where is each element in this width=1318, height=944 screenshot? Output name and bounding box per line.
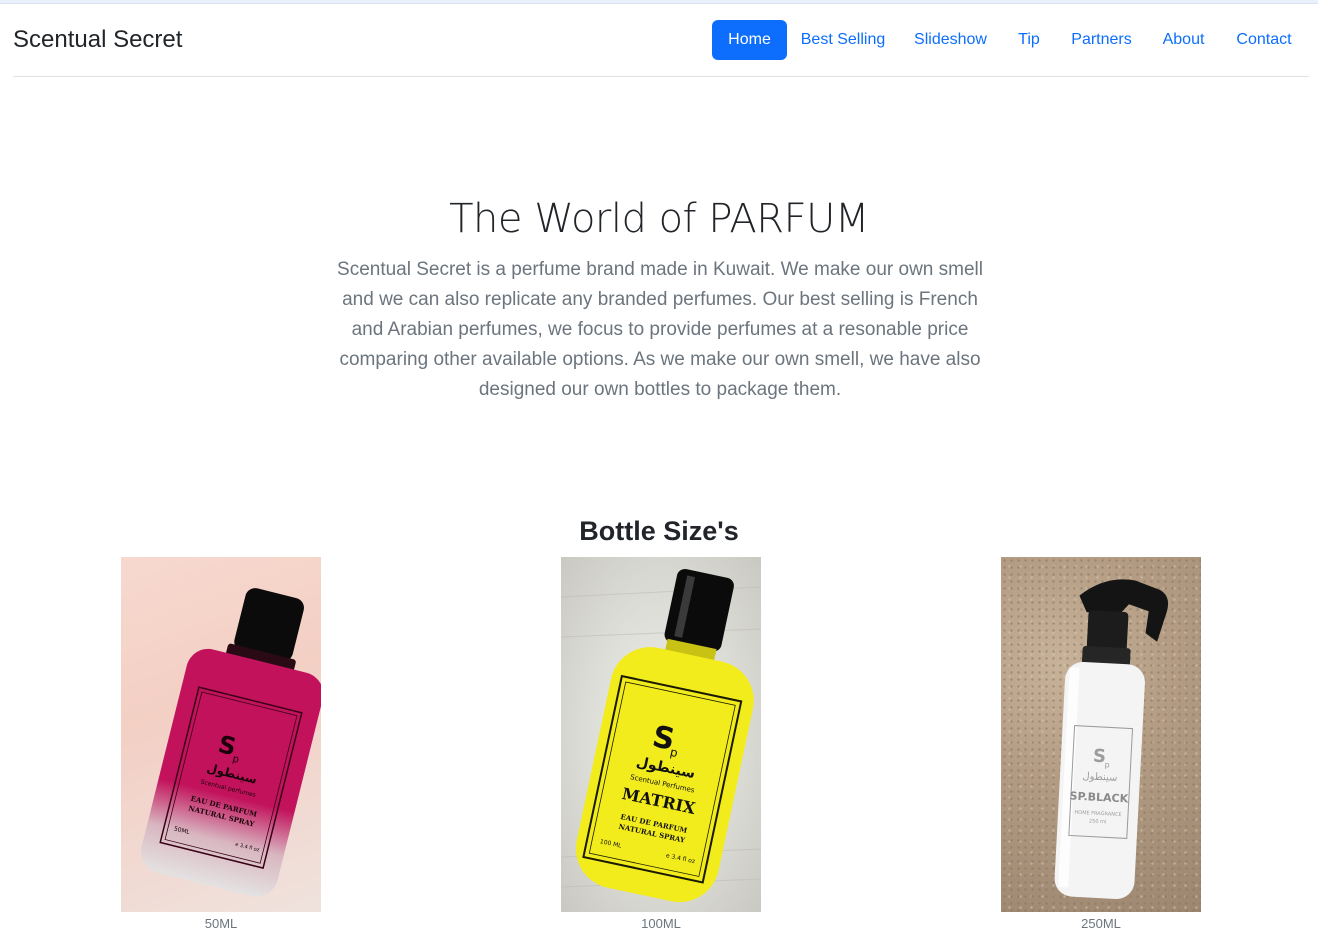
- product-photo-50ml: S p سينطول Scentual perfumes EAU DE PARF…: [121, 557, 321, 912]
- hero-description: Scentual Secret is a perfume brand made …: [337, 259, 983, 400]
- product-card-50ml: S p سينطول Scentual perfumes EAU DE PARF…: [121, 557, 321, 931]
- svg-text:سينطول: سينطول: [1082, 771, 1118, 784]
- product-photo-100ml: S p سينطول Scentual Perfumes MATRIX EAU …: [561, 557, 761, 912]
- hero-title: The World of PARFUM: [449, 196, 869, 242]
- product-caption-250ml: 250ML: [1081, 916, 1121, 931]
- nav-item-partners[interactable]: Partners: [1062, 20, 1141, 60]
- nav-item-tip[interactable]: Tip: [1009, 20, 1049, 60]
- nav-item-home[interactable]: Home: [712, 20, 787, 60]
- svg-text:p: p: [1104, 760, 1110, 769]
- nav-item-contact[interactable]: Contact: [1227, 20, 1301, 60]
- main-nav: Home Best Selling Slideshow Tip Partners…: [712, 20, 1309, 60]
- product-card-100ml: S p سينطول Scentual Perfumes MATRIX EAU …: [561, 557, 761, 931]
- nav-item-about[interactable]: About: [1152, 20, 1215, 60]
- site-header: Scentual Secret Home Best Selling Slides…: [13, 4, 1309, 77]
- bottle-sizes-title: Bottle Size's: [579, 516, 739, 546]
- svg-text:250 ml: 250 ml: [1089, 818, 1107, 825]
- product-photo-250ml: S p سينطول SP.BLACK HOME FRAGRANCE 250 m…: [1001, 557, 1201, 912]
- product-caption-100ml: 100ML: [641, 916, 681, 931]
- nav-item-slideshow[interactable]: Slideshow: [906, 20, 995, 60]
- nav-item-best-selling[interactable]: Best Selling: [793, 20, 893, 60]
- product-caption-50ml: 50ML: [204, 916, 238, 931]
- brand-logo-text[interactable]: Scentual Secret: [13, 26, 182, 54]
- product-card-250ml: S p سينطول SP.BLACK HOME FRAGRANCE 250 m…: [1001, 557, 1201, 931]
